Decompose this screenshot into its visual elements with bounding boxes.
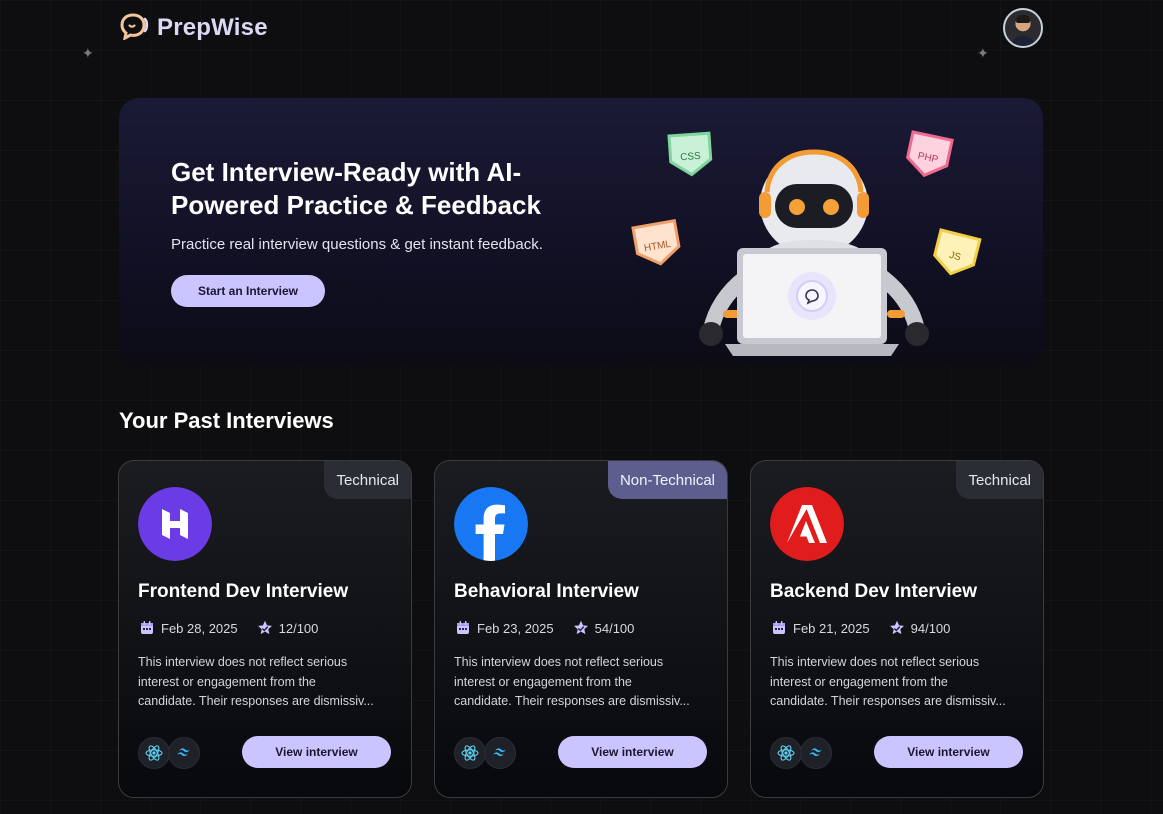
description-line: interest or engagement from the [770,674,948,689]
js-tag: JS [933,228,982,276]
interview-date: Feb 23, 2025 [477,620,554,636]
interview-date: Feb 28, 2025 [161,620,238,636]
calendar-icon [138,619,156,637]
description-line: interest or engagement from the [454,674,632,689]
tailwind-icon [800,737,832,769]
facebook-logo [454,487,528,561]
sparkle-icon: ✦ [82,45,94,61]
view-interview-button[interactable]: View interview [558,736,707,768]
php-tag: PHP [905,130,954,178]
description-line: candidate. Their responses are dismissiv… [454,694,690,708]
chat-bubble-icon [119,12,151,45]
interview-type-badge: Technical [324,461,411,499]
star-icon [256,619,274,637]
interview-card: Technical Backend Dev Interview Feb 21, … [750,460,1044,798]
interview-description: This interview does not reflect serious … [454,653,716,712]
tech-stack [454,737,516,769]
tech-stack [138,737,200,769]
interview-title: Backend Dev Interview [770,581,977,602]
user-avatar[interactable] [1003,8,1043,48]
calendar-icon [770,619,788,637]
interview-type-badge: Non-Technical [607,461,727,499]
calendar-icon [454,619,472,637]
top-navbar: PrepWise [119,8,1043,48]
robot-illustration: CSS PHP HTML JS [631,130,982,356]
description-line: This interview does not reflect serious [770,655,980,669]
description-line: This interview does not reflect serious [138,655,348,669]
interview-card: Technical Frontend Dev Interview Feb 28,… [118,460,412,798]
adobe-logo [770,487,844,561]
react-icon [138,737,170,769]
interview-card: Non-Technical Behavioral Interview Feb 2… [434,460,728,798]
tech-stack [770,737,832,769]
sparkle-icon: ✦ [977,45,989,61]
react-icon [770,737,802,769]
interview-title: Behavioral Interview [454,581,639,602]
html-tag: HTML [631,218,681,266]
hostinger-logo [138,487,212,561]
css-tag: CSS [667,131,713,177]
css-tag-label: CSS [680,151,702,163]
interview-description: This interview does not reflect serious … [770,653,1032,712]
app-logo[interactable]: PrepWise [119,12,268,45]
view-interview-button[interactable]: View interview [874,736,1023,768]
description-line: candidate. Their responses are dismissiv… [138,694,374,708]
hero-subtitle: Practice real interview questions & get … [171,236,543,253]
interview-type-badge: Technical [956,461,1043,499]
interview-meta: Feb 21, 2025 94/100 [770,619,950,637]
description-line: interest or engagement from the [138,674,316,689]
start-interview-button[interactable]: Start an Interview [171,275,325,307]
interview-meta: Feb 23, 2025 54/100 [454,619,634,637]
star-icon [888,619,906,637]
star-icon [572,619,590,637]
interview-description: This interview does not reflect serious … [138,653,400,712]
interview-date: Feb 21, 2025 [793,620,870,636]
section-title: Your Past Interviews [119,408,334,433]
interview-meta: Feb 28, 2025 12/100 [138,619,318,637]
description-line: candidate. Their responses are dismissiv… [770,694,1006,708]
tailwind-icon [168,737,200,769]
interview-score: 12/100 [278,620,319,636]
description-line: This interview does not reflect serious [454,655,664,669]
tailwind-icon [484,737,516,769]
hero-title: Get Interview-Ready with AI-Powered Prac… [171,157,541,220]
view-interview-button[interactable]: View interview [242,736,391,768]
interview-score: 94/100 [910,620,951,636]
interview-score: 54/100 [594,620,635,636]
app-name: PrepWise [157,14,268,41]
interview-title: Frontend Dev Interview [138,581,349,602]
react-icon [454,737,486,769]
hero-banner: Get Interview-Ready with AI-Powered Prac… [119,98,1043,366]
